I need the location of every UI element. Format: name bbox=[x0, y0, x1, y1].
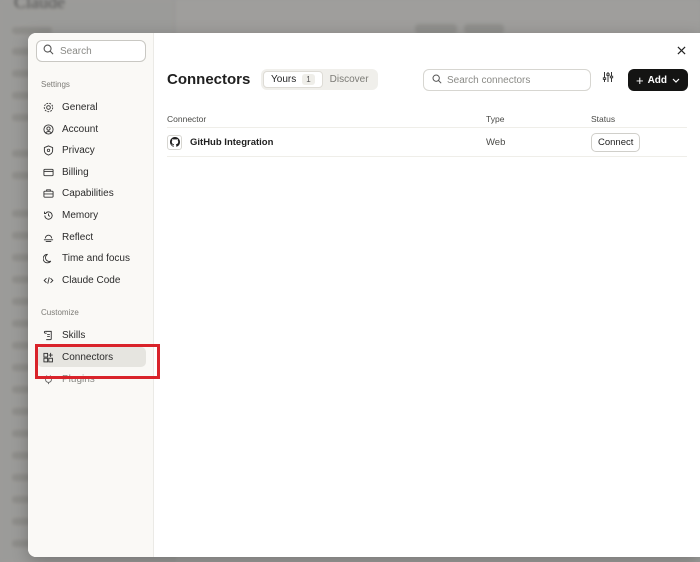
sidebar-item-label: Billing bbox=[62, 166, 89, 178]
connectors-tabs: Yours 1 Discover bbox=[261, 69, 378, 90]
search-icon bbox=[43, 42, 54, 60]
shield-icon bbox=[42, 144, 54, 156]
github-icon bbox=[167, 134, 182, 150]
tab-count-badge: 1 bbox=[302, 74, 315, 85]
credit-card-icon bbox=[42, 166, 54, 178]
tab-label: Discover bbox=[329, 74, 369, 85]
close-button[interactable] bbox=[674, 44, 688, 58]
settings-modal: Settings General Account Privacy Billing… bbox=[28, 33, 700, 557]
sidebar-item-reflect[interactable]: Reflect bbox=[37, 227, 146, 247]
plus-icon: + bbox=[635, 72, 644, 88]
page-title: Connectors bbox=[167, 71, 251, 88]
sidebar-item-capabilities[interactable]: Capabilities bbox=[37, 183, 146, 203]
customize-section-label: Customize bbox=[41, 308, 79, 317]
column-header-status: Status bbox=[591, 114, 616, 124]
sidebar-item-label: Memory bbox=[62, 209, 99, 221]
sidebar-item-label: Skills bbox=[62, 329, 86, 341]
sidebar-item-label: General bbox=[62, 101, 98, 113]
table-header: Connector Type Status bbox=[167, 111, 687, 128]
connector-type: Web bbox=[486, 136, 506, 148]
user-circle-icon bbox=[42, 123, 54, 135]
highlight-box bbox=[35, 344, 160, 379]
settings-sidebar: Settings General Account Privacy Billing… bbox=[28, 33, 154, 557]
column-header-type: Type bbox=[486, 114, 505, 124]
sidebar-item-label: Capabilities bbox=[62, 187, 114, 199]
sidebar-item-privacy[interactable]: Privacy bbox=[37, 140, 146, 160]
sidebar-item-label: Claude Code bbox=[62, 274, 121, 286]
sliders-icon bbox=[602, 70, 614, 88]
sidebar-item-account[interactable]: Account bbox=[37, 119, 146, 139]
connector-name: GitHub Integration bbox=[190, 136, 274, 148]
column-header-connector: Connector bbox=[167, 114, 207, 124]
sidebar-search-box[interactable] bbox=[36, 40, 146, 62]
history-icon bbox=[42, 209, 54, 221]
connectors-table: Connector Type Status GitHub Integration… bbox=[167, 111, 687, 157]
sidebar-item-label: Reflect bbox=[62, 231, 94, 243]
moon-icon bbox=[42, 252, 54, 264]
sidebar-item-skills[interactable]: Skills bbox=[37, 325, 146, 345]
connectors-search-input[interactable] bbox=[447, 74, 587, 86]
connector-cell: GitHub Integration bbox=[167, 134, 486, 150]
code-icon bbox=[42, 274, 54, 286]
status-cell: Connect bbox=[591, 132, 687, 152]
sidebar-item-claude-code[interactable]: Claude Code bbox=[37, 270, 146, 290]
close-icon bbox=[676, 42, 686, 60]
table-row[interactable]: GitHub Integration Web Connect bbox=[167, 128, 687, 157]
briefcase-icon bbox=[42, 187, 54, 199]
tab-discover[interactable]: Discover bbox=[323, 71, 376, 88]
sidebar-search-input[interactable] bbox=[60, 45, 140, 57]
sidebar-item-general[interactable]: General bbox=[37, 97, 146, 117]
scroll-icon bbox=[42, 329, 54, 341]
chevron-down-icon bbox=[672, 78, 680, 83]
connectors-panel: Connectors Yours 1 Discover + Add Connec… bbox=[154, 33, 700, 557]
add-button-label: Add bbox=[647, 74, 668, 86]
sidebar-item-label: Privacy bbox=[62, 144, 95, 156]
connect-button[interactable]: Connect bbox=[591, 132, 641, 152]
tab-label: Yours bbox=[271, 74, 297, 85]
add-button[interactable]: + Add bbox=[628, 69, 688, 91]
sunset-icon bbox=[42, 231, 54, 243]
sidebar-item-label: Account bbox=[62, 123, 99, 135]
gear-icon bbox=[42, 101, 54, 113]
tab-yours[interactable]: Yours 1 bbox=[263, 71, 323, 88]
sidebar-item-billing[interactable]: Billing bbox=[37, 162, 146, 182]
connectors-search-box[interactable] bbox=[423, 69, 591, 91]
settings-section-label: Settings bbox=[41, 80, 70, 89]
sidebar-item-memory[interactable]: Memory bbox=[37, 205, 146, 225]
sidebar-item-time-and-focus[interactable]: Time and focus bbox=[37, 248, 146, 268]
search-icon bbox=[432, 71, 442, 89]
sidebar-item-label: Time and focus bbox=[62, 252, 130, 264]
filter-button[interactable] bbox=[601, 72, 615, 86]
